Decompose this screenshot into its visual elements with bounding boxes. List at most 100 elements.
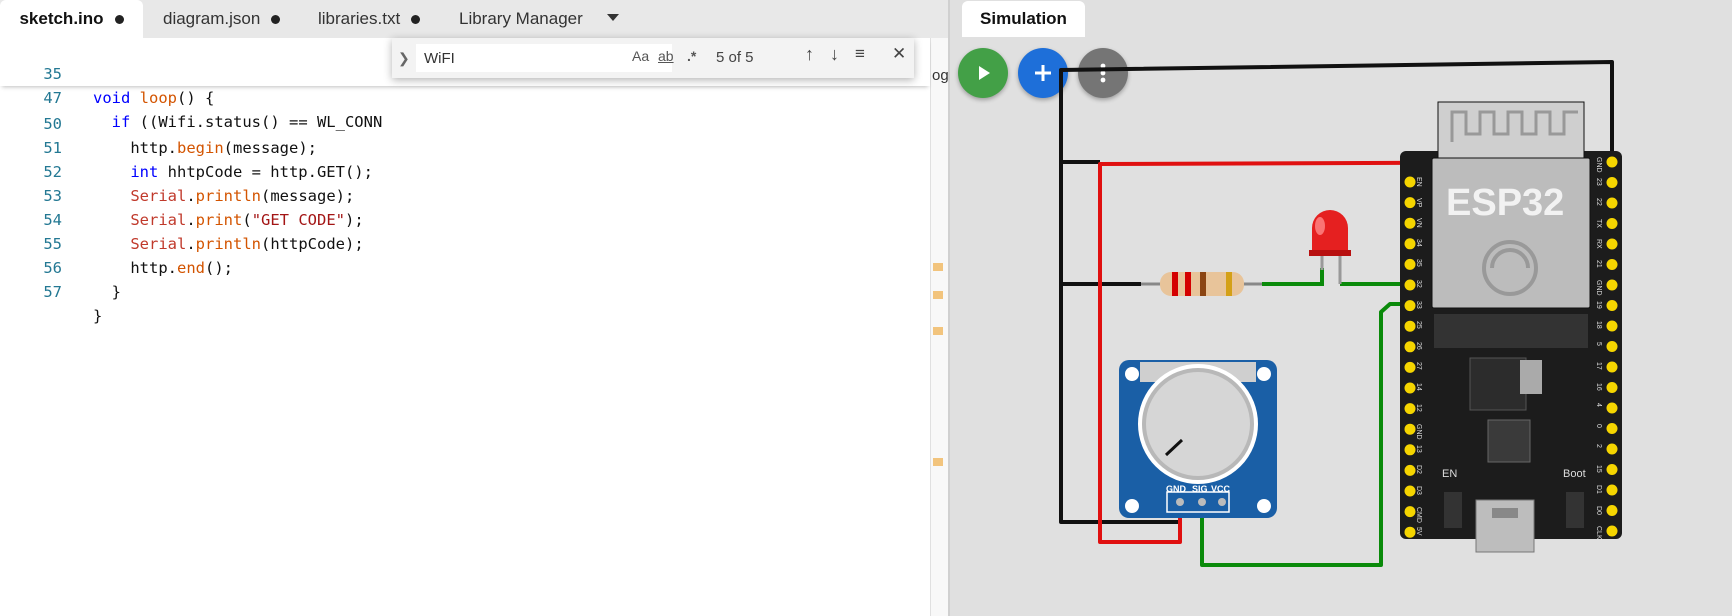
- tab-label: libraries.txt: [318, 9, 401, 28]
- esp32-pin[interactable]: [1606, 279, 1618, 291]
- esp32-board[interactable]: [1400, 101, 1622, 553]
- esp32-pin[interactable]: [1606, 464, 1618, 475]
- esp32-pin-label: CLK: [1595, 526, 1602, 540]
- search-match-marker: [933, 291, 943, 299]
- code-line[interactable]: 52 Serial.println(message);: [0, 136, 930, 205]
- code-line-text: }: [93, 283, 121, 301]
- match-count: 5 of 5: [716, 49, 754, 66]
- esp32-pin[interactable]: [1404, 238, 1416, 250]
- esp32-pin[interactable]: [1404, 361, 1416, 373]
- esp32-pin-label: 0: [1595, 423, 1602, 428]
- esp32-pin-label: 23: [1595, 177, 1602, 186]
- esp32-pin-label: D2: [1415, 465, 1422, 475]
- toggle-replace-chevron-icon[interactable]: ❯: [398, 50, 410, 67]
- esp32-chip-label: ESP32: [1446, 182, 1565, 224]
- esp32-pin[interactable]: [1404, 382, 1416, 394]
- esp32-pin-label: 22: [1595, 198, 1602, 206]
- esp32-pin[interactable]: [1606, 197, 1618, 209]
- pot-pin-label-gnd: GND: [1166, 484, 1186, 494]
- circuit-canvas[interactable]: [950, 0, 1732, 616]
- esp32-pin[interactable]: [1404, 444, 1416, 456]
- line-number: 57: [43, 283, 62, 301]
- esp32-pin[interactable]: [1606, 525, 1618, 537]
- tab-library-manager[interactable]: Library Manager: [459, 0, 583, 38]
- code-line[interactable]: 55 http.end();: [0, 208, 930, 277]
- esp32-pin[interactable]: [1404, 279, 1416, 291]
- tab-label: sketch.ino: [19, 9, 104, 28]
- esp32-pin[interactable]: [1606, 505, 1618, 516]
- esp32-pin[interactable]: [1606, 382, 1618, 393]
- esp32-pin[interactable]: [1404, 485, 1416, 497]
- code-line[interactable]: 56 }: [0, 232, 930, 301]
- esp32-pin-label: 27: [1415, 362, 1422, 371]
- esp32-pin-label: D1: [1595, 485, 1602, 494]
- esp32-pin-label: 17: [1595, 362, 1602, 370]
- esp32-pin-label: 13: [1415, 444, 1422, 453]
- esp32-pin-label: 25: [1415, 321, 1422, 329]
- esp32-pin-label: 19: [1595, 300, 1602, 309]
- close-icon[interactable]: ✕: [892, 44, 906, 64]
- en-button-label: EN: [1442, 468, 1458, 480]
- esp32-pin-label: CMD: [1415, 506, 1422, 523]
- esp32-pin[interactable]: [1606, 443, 1618, 455]
- unsaved-dot-icon: [271, 14, 281, 24]
- esp32-pin[interactable]: [1606, 156, 1618, 168]
- green-wire[interactable]: [1262, 268, 1324, 286]
- match-case-icon[interactable]: Aa: [632, 48, 649, 64]
- esp32-pin-label: 5V: [1415, 527, 1422, 536]
- potentiometer[interactable]: [1119, 360, 1277, 518]
- simulation-pane: Simulation ESP32 GND SIG VCC EN Boot EN …: [950, 0, 1732, 616]
- resistor[interactable]: [1141, 272, 1262, 296]
- esp32-pin[interactable]: [1606, 259, 1618, 270]
- esp32-pin[interactable]: [1404, 341, 1416, 353]
- esp32-pin[interactable]: [1404, 423, 1416, 435]
- tab-sketch-ino[interactable]: sketch.ino: [0, 0, 143, 38]
- esp32-pin-label: 26: [1415, 341, 1422, 350]
- previous-match-arrow-icon[interactable]: ↑: [805, 44, 814, 65]
- regex-icon[interactable]: .*: [687, 48, 696, 64]
- red-led[interactable]: [1309, 210, 1351, 284]
- esp32-pin-label: D0: [1595, 505, 1602, 515]
- esp32-pin[interactable]: [1404, 258, 1416, 270]
- search-match-marker: [933, 458, 943, 466]
- overflow-text: og: [932, 67, 949, 84]
- esp32-pin-label: GND: [1595, 280, 1602, 296]
- esp32-pin[interactable]: [1404, 403, 1416, 415]
- esp32-pin[interactable]: [1606, 238, 1618, 250]
- esp32-pin-label: 35: [1415, 259, 1422, 268]
- editor-tab-bar: sketch.ino diagram.json libraries.txt Li…: [0, 0, 948, 38]
- find-in-selection-icon[interactable]: ≡: [855, 44, 865, 64]
- esp32-pin[interactable]: [1404, 464, 1416, 476]
- esp32-pin-label: 16: [1595, 382, 1602, 391]
- esp32-pin[interactable]: [1606, 361, 1618, 373]
- esp32-pin[interactable]: [1606, 300, 1618, 311]
- esp32-pin[interactable]: [1606, 484, 1618, 496]
- esp32-pin-label: 2: [1595, 444, 1602, 448]
- esp32-pin[interactable]: [1404, 320, 1416, 332]
- code-line[interactable]: 57 }: [0, 256, 930, 325]
- esp32-pin-label: 34: [1415, 238, 1422, 247]
- esp32-pin[interactable]: [1404, 176, 1416, 188]
- esp32-pin[interactable]: [1606, 320, 1618, 332]
- search-match-marker: [933, 327, 943, 335]
- code-line[interactable]: 54 Serial.println(httpCode);: [0, 184, 930, 253]
- esp32-pin[interactable]: [1606, 341, 1618, 352]
- esp32-pin[interactable]: [1606, 423, 1618, 434]
- code-line[interactable]: 53 Serial.print("GET CODE");: [0, 160, 930, 229]
- tab-diagram-json[interactable]: diagram.json: [163, 0, 281, 38]
- esp32-pin[interactable]: [1404, 506, 1416, 518]
- next-match-arrow-icon[interactable]: ↓: [830, 44, 839, 65]
- code-editor[interactable]: 35 void loop() { 47 if ((Wifi.status() =…: [0, 38, 930, 616]
- whole-word-icon[interactable]: ab: [658, 48, 674, 64]
- esp32-pin[interactable]: [1404, 526, 1416, 538]
- tab-label: diagram.json: [163, 9, 261, 28]
- editor-scrollbar[interactable]: [930, 38, 949, 616]
- tabs-dropdown-icon[interactable]: [607, 14, 619, 21]
- esp32-pin[interactable]: [1606, 177, 1618, 188]
- tab-libraries-txt[interactable]: libraries.txt: [318, 0, 421, 38]
- esp32-pin[interactable]: [1404, 217, 1416, 229]
- esp32-pin[interactable]: [1404, 197, 1416, 209]
- esp32-pin[interactable]: [1606, 218, 1618, 229]
- esp32-pin[interactable]: [1606, 402, 1618, 414]
- esp32-pin[interactable]: [1404, 300, 1416, 312]
